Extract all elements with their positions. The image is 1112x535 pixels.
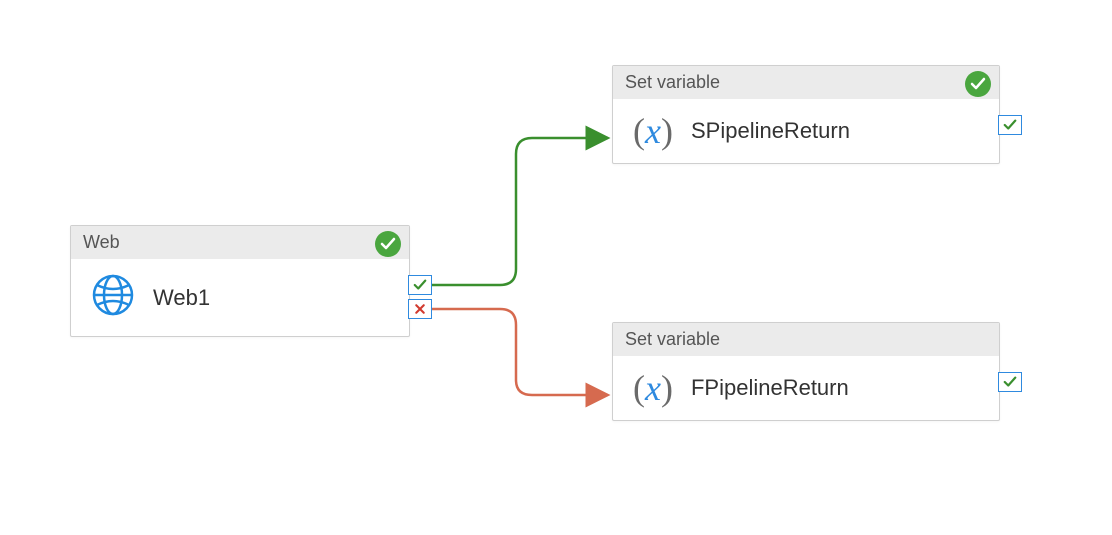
activity-header: Set variable — [613, 66, 999, 99]
status-success-icon — [375, 231, 401, 257]
pipeline-canvas: Web Web1 Set variable — [0, 0, 1112, 535]
output-port-success[interactable] — [998, 372, 1022, 392]
activity-type-label: Web — [83, 232, 120, 253]
activity-body: (x) FPipelineReturn — [613, 356, 999, 420]
activity-name: SPipelineReturn — [691, 118, 850, 144]
activity-node-set-variable-success[interactable]: Set variable (x) SPipelineReturn — [612, 65, 1000, 164]
globe-icon — [91, 273, 135, 322]
activity-name: FPipelineReturn — [691, 375, 849, 401]
status-success-icon — [965, 71, 991, 97]
activity-header: Web — [71, 226, 409, 259]
output-port-success[interactable] — [408, 275, 432, 295]
activity-header: Set variable — [613, 323, 999, 356]
variable-icon: (x) — [633, 113, 673, 149]
activity-type-label: Set variable — [625, 72, 720, 93]
activity-node-set-variable-failure[interactable]: Set variable (x) FPipelineReturn — [612, 322, 1000, 421]
activity-type-label: Set variable — [625, 329, 720, 350]
output-port-success[interactable] — [998, 115, 1022, 135]
activity-body: Web1 — [71, 259, 409, 336]
activity-name: Web1 — [153, 285, 210, 311]
output-port-failure[interactable] — [408, 299, 432, 319]
activity-node-web[interactable]: Web Web1 — [70, 225, 410, 337]
connector-failure — [432, 309, 608, 395]
variable-icon: (x) — [633, 370, 673, 406]
connector-success — [432, 138, 608, 285]
activity-body: (x) SPipelineReturn — [613, 99, 999, 163]
